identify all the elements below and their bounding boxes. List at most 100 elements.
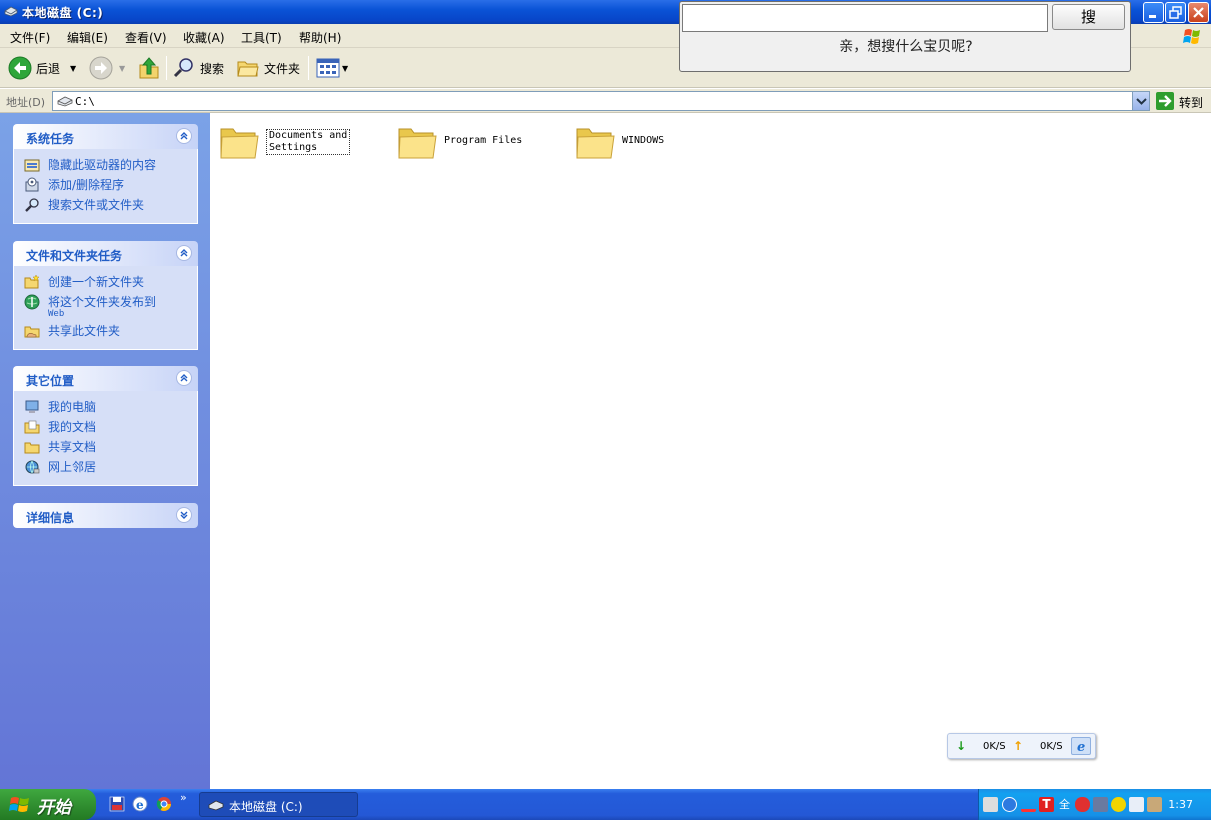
tray-arrow-icon[interactable] [1021, 797, 1036, 812]
taskbar-window-button[interactable]: 本地磁盘 (C:) [199, 792, 358, 817]
panel-header[interactable]: 文件和文件夹任务 [13, 241, 198, 266]
forward-button[interactable]: ▼ [89, 56, 125, 80]
quicklaunch-more-icon[interactable]: » [180, 791, 187, 804]
drive-icon [4, 6, 18, 17]
menu-tools[interactable]: 工具(T) [241, 29, 282, 46]
task-share-folder[interactable]: 共享此文件夹 [24, 321, 197, 341]
security-shield-icon[interactable] [1075, 797, 1090, 812]
svg-text:e: e [1077, 740, 1085, 754]
collapse-button[interactable] [176, 128, 192, 144]
my-documents-icon [24, 420, 40, 434]
task-new-folder[interactable]: 创建一个新文件夹 [24, 272, 197, 292]
panel-header[interactable]: 系统任务 [13, 124, 198, 149]
task-label: 隐藏此驱动器的内容 [48, 158, 157, 172]
chrome-icon[interactable] [156, 796, 172, 812]
place-my-computer[interactable]: 我的电脑 [24, 397, 197, 417]
menu-help[interactable]: 帮助(H) [299, 29, 341, 46]
collapse-button[interactable] [176, 245, 192, 261]
go-label[interactable]: 转到 [1179, 94, 1203, 111]
task-label: 创建一个新文件夹 [48, 275, 145, 289]
address-dropdown-button[interactable] [1132, 92, 1149, 110]
task-search-files[interactable]: 搜索文件或文件夹 [24, 195, 197, 215]
expand-button[interactable] [176, 507, 192, 523]
restore-icon [1169, 6, 1182, 19]
tray-box-icon[interactable] [1147, 797, 1162, 812]
task-hide-contents[interactable]: 隐藏此驱动器的内容 [24, 155, 197, 175]
folder-view[interactable]: Documents and Settings Program Files WIN… [210, 113, 1211, 789]
up-folder-button[interactable] [138, 56, 160, 80]
panel-header[interactable]: 详细信息 [13, 503, 198, 528]
keyboard-icon[interactable] [983, 797, 998, 812]
task-label-wrap: 将这个文件夹发布到 Web [48, 294, 156, 319]
ie-quicklaunch-icon[interactable]: e [132, 796, 148, 812]
task-label: 将这个文件夹发布到 [48, 295, 157, 309]
panel-title: 其它位置 [26, 374, 75, 388]
place-network[interactable]: 网上邻居 [24, 457, 197, 477]
collapse-button[interactable] [176, 370, 192, 386]
search-button[interactable]: 搜索 [172, 56, 224, 80]
place-shared-documents[interactable]: 共享文档 [24, 437, 197, 457]
back-button[interactable]: 后退 ▼ [8, 56, 76, 80]
folders-button[interactable]: 文件夹 [236, 56, 300, 80]
window-title: 本地磁盘 (C:) [22, 6, 104, 20]
system-tasks-panel: 系统任务 隐藏此驱动器的内容 添加/删除程序 搜索文件或文件夹 [13, 124, 198, 224]
minimize-button[interactable] [1143, 2, 1164, 23]
windows-logo-icon [1183, 29, 1200, 44]
address-input[interactable]: C:\ [52, 91, 1150, 111]
tray-back-icon[interactable] [1002, 797, 1017, 812]
task-add-remove-programs[interactable]: 添加/删除程序 [24, 175, 197, 195]
back-arrow-icon [8, 56, 32, 80]
views-dropdown-icon[interactable]: ▼ [342, 64, 348, 73]
folder-name: Program Files [444, 135, 523, 146]
browser-icon[interactable]: e [1071, 737, 1091, 755]
search-hint: 亲，想搜什么宝贝呢? [839, 39, 973, 55]
tray-plus-icon[interactable] [1111, 797, 1126, 812]
start-button[interactable]: 开始 [0, 789, 96, 820]
maximize-button[interactable] [1165, 2, 1186, 23]
go-button[interactable] [1156, 92, 1174, 110]
input-method-icon[interactable]: 全 [1057, 797, 1072, 812]
task-label: 共享此文件夹 [48, 324, 121, 338]
panel-body: 创建一个新文件夹 将这个文件夹发布到 Web 共享此文件夹 [13, 266, 198, 350]
search-label: 搜索 [200, 61, 225, 76]
details-panel: 详细信息 [13, 503, 198, 528]
drive-icon [57, 96, 73, 107]
place-my-documents[interactable]: 我的文档 [24, 417, 197, 437]
back-dropdown-icon[interactable]: ▼ [70, 64, 76, 73]
chevron-down-icon [1136, 98, 1147, 105]
network-speed-widget[interactable]: ↓ 0K/S ↑ 0K/S e [947, 733, 1096, 759]
menu-edit[interactable]: 编辑(E) [67, 29, 108, 46]
folder-icon [576, 128, 615, 159]
file-folder-tasks-panel: 文件和文件夹任务 创建一个新文件夹 将这个文件夹发布到 Web 共享此文件夹 [13, 241, 198, 350]
system-tray: T 全 1:37 [978, 789, 1211, 820]
task-publish-web[interactable]: 将这个文件夹发布到 Web [24, 292, 197, 321]
hide-contents-icon [24, 159, 40, 172]
upload-arrow-icon: ↑ [1013, 739, 1024, 753]
taskbar-window-label: 本地磁盘 (C:) [229, 800, 303, 814]
folder-icon [398, 128, 437, 159]
close-button[interactable] [1188, 2, 1209, 23]
shared-documents-icon [24, 442, 40, 454]
search-submit-button[interactable]: 搜 [1052, 4, 1125, 30]
tray-document-icon[interactable] [1129, 797, 1144, 812]
chevron-up-icon [180, 374, 188, 382]
network-icon[interactable] [1093, 797, 1108, 812]
folder-icon [220, 128, 259, 159]
back-label: 后退 [36, 61, 61, 76]
menu-view[interactable]: 查看(V) [125, 29, 167, 46]
panel-title: 详细信息 [26, 511, 75, 525]
address-bar: 地址(D) C:\ 转到 [0, 89, 1211, 113]
search-input[interactable] [682, 4, 1048, 32]
task-label-sub: Web [48, 309, 65, 319]
save-disk-icon[interactable] [109, 796, 125, 812]
menu-file[interactable]: 文件(F) [10, 29, 50, 46]
download-speed: 0K/S [983, 741, 1006, 752]
views-button[interactable]: ▼ [316, 56, 348, 80]
share-folder-icon [24, 326, 40, 338]
tray-t-icon[interactable]: T [1039, 797, 1054, 812]
menu-favorites[interactable]: 收藏(A) [183, 29, 225, 46]
place-label: 我的电脑 [48, 400, 97, 414]
clock[interactable]: 1:37 [1168, 798, 1193, 811]
panel-header[interactable]: 其它位置 [13, 366, 198, 391]
search-popup: 搜 亲，想搜什么宝贝呢? [679, 1, 1131, 72]
